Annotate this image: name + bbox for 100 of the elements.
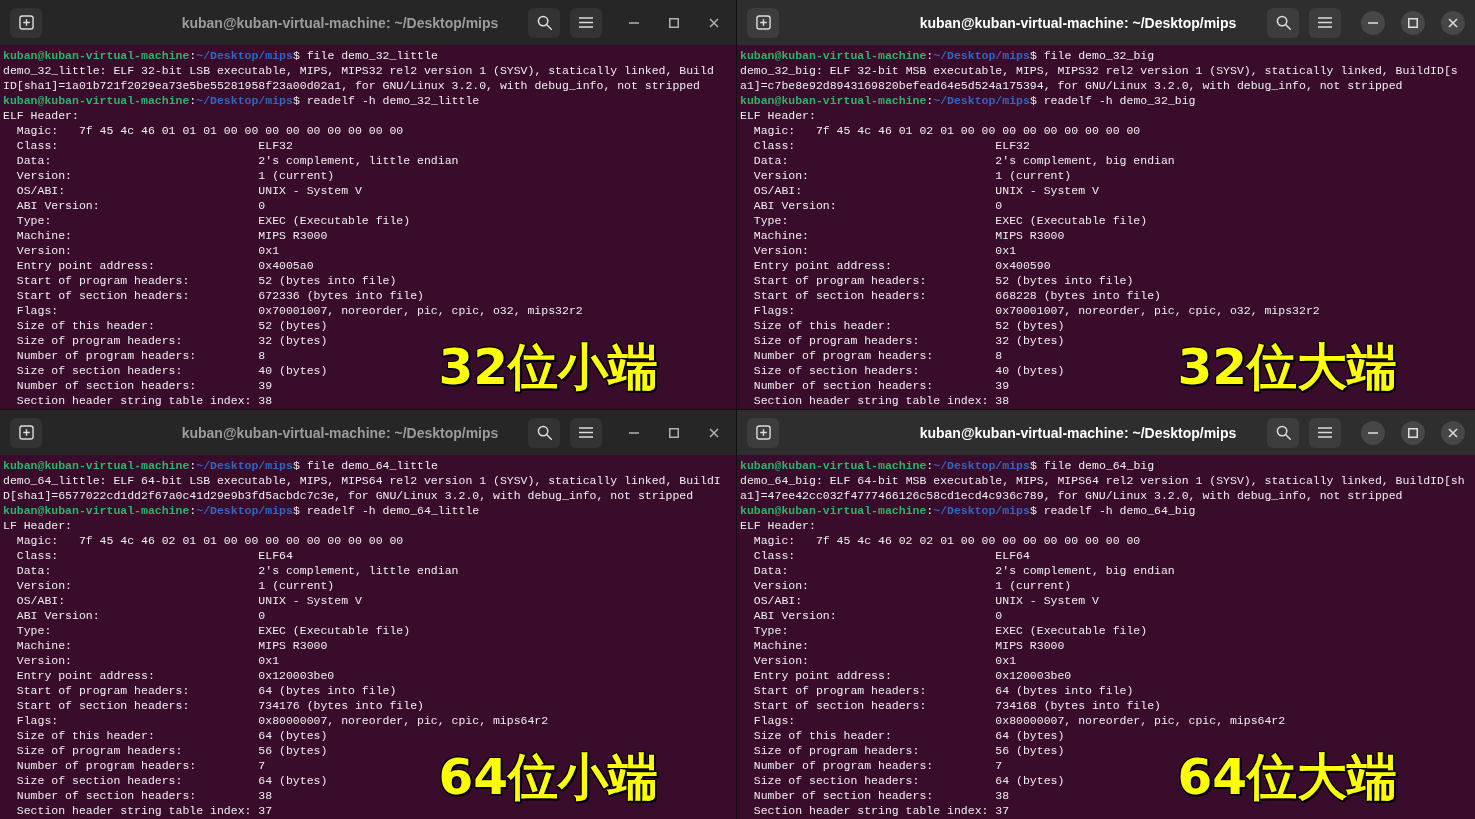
field-label: Number of program headers: <box>16 348 197 363</box>
field-value: 1 (current) <box>995 578 1072 593</box>
field-label: Size of program headers: <box>753 333 920 348</box>
magic-value: 7f 45 4c 46 02 02 01 00 00 00 00 00 00 00 00 00 <box>815 533 1141 548</box>
close-button[interactable] <box>1441 10 1465 35</box>
field-label: Number of section headers: <box>16 378 197 393</box>
field-label: Size of program headers: <box>16 333 183 348</box>
field-value: 0x1 <box>995 653 1017 668</box>
field-value: 1 (current) <box>995 168 1072 183</box>
field-label: Version: <box>753 578 809 593</box>
close-icon <box>709 427 719 438</box>
output-line: LF Header: <box>3 518 72 533</box>
magic-label: Magic: <box>16 123 59 138</box>
field-value: MIPS R3000 <box>258 228 328 243</box>
field-value: 8 <box>995 348 1003 363</box>
field-value: 64 (bytes) <box>258 728 328 743</box>
field-label: Size of section headers: <box>753 773 920 788</box>
close-icon <box>709 17 719 28</box>
caption-overlay: 32位小端 <box>438 340 658 395</box>
field-value: MIPS R3000 <box>995 638 1065 653</box>
menu-button[interactable] <box>1309 7 1341 38</box>
field-label: Machine: <box>753 228 809 243</box>
field-value: 52 (bytes into file) <box>258 273 397 288</box>
window-title: kuban@kuban-virtual-machine: ~/Desktop/mips <box>180 14 500 31</box>
minimize-button[interactable] <box>1361 420 1385 445</box>
field-label: Class: <box>16 548 59 563</box>
maximize-icon <box>1408 17 1418 28</box>
field-value: 7 <box>258 758 266 773</box>
field-label: Start of program headers: <box>16 273 190 288</box>
field-value: 64 (bytes) <box>258 773 328 788</box>
field-value: ELF32 <box>995 138 1030 153</box>
output-line: demo_32_little: ELF 32-bit LSB executable, MIPS, MIPS32 rel2 version 1 (SYSV), statically linked, Build <box>3 63 714 78</box>
magic-label: Magic: <box>753 123 796 138</box>
field-value: 0x400590 <box>995 258 1051 273</box>
field-value: UNIX - System V <box>258 593 362 608</box>
output-line: demo_64_little: ELF 64-bit LSB executable, MIPS, MIPS64 rel2 version 1 (SYSV), statically linked, BuildI <box>3 473 721 488</box>
search-button[interactable] <box>528 417 560 448</box>
close-button[interactable] <box>1441 420 1465 445</box>
field-label: Version: <box>16 243 72 258</box>
output-line: demo_64_big: ELF 64-bit MSB executable, MIPS, MIPS64 rel2 version 1 (SYSV), statically linked, BuildID[sh <box>740 473 1465 488</box>
maximize-button[interactable] <box>1401 10 1425 35</box>
field-label: Data: <box>753 563 789 578</box>
new-tab-button[interactable] <box>10 417 42 448</box>
menu-button[interactable] <box>570 7 602 38</box>
search-button[interactable] <box>528 7 560 38</box>
field-value: 672336 (bytes into file) <box>258 288 424 303</box>
field-label: Start of program headers: <box>753 273 927 288</box>
field-value: 0x1 <box>995 243 1017 258</box>
window-title: kuban@kuban-virtual-machine: ~/Desktop/mips <box>918 14 1238 31</box>
field-value: 0 <box>995 198 1003 213</box>
new-tab-button[interactable] <box>10 7 42 38</box>
menu-icon <box>579 427 593 438</box>
new-tab-button[interactable] <box>747 417 779 448</box>
new-tab-button[interactable] <box>747 7 779 38</box>
field-label: Version: <box>16 653 72 668</box>
field-value: 38 <box>995 393 1010 408</box>
minimize-icon <box>1368 21 1378 24</box>
menu-button[interactable] <box>570 417 602 448</box>
field-value: 734176 (bytes into file) <box>258 698 424 713</box>
field-value: 0x120003be0 <box>995 668 1072 683</box>
minimize-icon <box>629 21 639 24</box>
field-value: 38 <box>258 788 273 803</box>
field-label: Number of program headers: <box>16 758 197 773</box>
maximize-icon <box>669 427 679 438</box>
field-label: OS/ABI: <box>16 593 66 608</box>
output-line: a1]=47ee42cc032f4777466126c58cd1ecd4c936c789, for GNU/Linux 3.2.0, with debug_info, not stripped <box>740 488 1403 503</box>
field-value: 0x1 <box>258 653 280 668</box>
field-value: ELF64 <box>995 548 1030 563</box>
field-label: Size of program headers: <box>16 743 183 758</box>
field-label: Machine: <box>753 638 809 653</box>
new-tab-icon <box>18 15 34 30</box>
field-value: 38 <box>995 788 1010 803</box>
prompt-line: kuban@kuban-virtual-machine:~/Desktop/mips$ file demo_32_big <box>740 48 1155 63</box>
search-button[interactable] <box>1267 417 1299 448</box>
maximize-button[interactable] <box>1401 420 1425 445</box>
magic-value: 7f 45 4c 46 01 02 01 00 00 00 00 00 00 00 00 00 <box>815 123 1141 138</box>
field-value: 40 (bytes) <box>995 363 1065 378</box>
field-label: Version: <box>16 578 72 593</box>
field-label: Number of section headers: <box>753 788 934 803</box>
search-button[interactable] <box>1267 7 1299 38</box>
field-value: 0x80000007, noreorder, pic, cpic, mips64r2 <box>995 713 1286 728</box>
field-value: MIPS R3000 <box>258 638 328 653</box>
field-label: Version: <box>753 243 809 258</box>
field-label: Machine: <box>16 638 72 653</box>
field-value: UNIX - System V <box>995 183 1099 198</box>
field-label: ABI Version: <box>16 198 100 213</box>
field-label: Start of section headers: <box>16 698 190 713</box>
new-tab-icon <box>755 15 771 30</box>
menu-button[interactable] <box>1309 417 1341 448</box>
menu-icon <box>1318 427 1332 438</box>
field-value: EXEC (Executable file) <box>258 213 411 228</box>
field-label: OS/ABI: <box>753 183 803 198</box>
prompt-line: kuban@kuban-virtual-machine:~/Desktop/mips$ file demo_32_little <box>3 48 438 63</box>
field-label: OS/ABI: <box>753 593 803 608</box>
menu-icon <box>1318 17 1332 28</box>
output-line: D[sha1]=6577022cd1dd2f67a0c41d29e9b3fd5acbdc7c3e, for GNU/Linux 3.2.0, with debug_info, not stripped <box>3 488 694 503</box>
minimize-button[interactable] <box>1361 10 1385 35</box>
prompt-line: kuban@kuban-virtual-machine:~/Desktop/mips$ readelf -h demo_64_big <box>740 503 1196 518</box>
menu-icon <box>579 17 593 28</box>
field-value: EXEC (Executable file) <box>995 213 1148 228</box>
